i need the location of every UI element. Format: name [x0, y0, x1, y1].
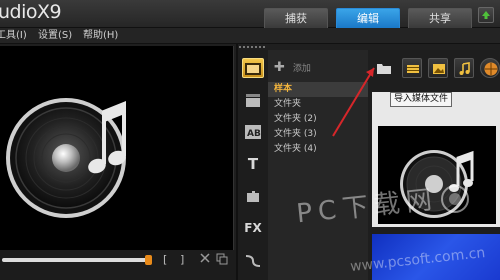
arrow-up-icon	[482, 11, 490, 19]
transition-button[interactable]: AB	[242, 122, 264, 142]
menu-settings[interactable]: 设置(S)	[38, 28, 72, 44]
split-clip-icon[interactable]	[200, 253, 210, 266]
scrubber-handle[interactable]	[145, 255, 152, 265]
plus-icon: ✚	[274, 60, 285, 75]
globe-icon	[484, 62, 498, 76]
mark-in-button[interactable]: [	[163, 253, 167, 266]
show-video-button[interactable]	[402, 58, 422, 78]
mark-out-button[interactable]: ]	[180, 253, 184, 266]
side-toolbar: AB T FX	[238, 50, 268, 280]
audio-speaker-icon	[378, 126, 496, 224]
media-toolbar	[368, 58, 500, 80]
watermark-logo-icon	[441, 185, 469, 213]
puzzle-icon	[247, 191, 259, 202]
media-library-button[interactable]	[242, 58, 264, 78]
timeline-bar[interactable]	[2, 258, 148, 262]
tab-edit[interactable]: 编辑	[336, 8, 400, 28]
copy-icon[interactable]	[216, 253, 228, 268]
preview-window[interactable]	[0, 46, 234, 250]
tab-capture[interactable]: 捕获	[264, 8, 328, 28]
svg-text:AB: AB	[247, 129, 261, 139]
browse-button[interactable]	[480, 58, 500, 78]
filter-button[interactable]: FX	[242, 218, 264, 238]
menu-tools[interactable]: 工具(I)	[0, 28, 27, 44]
playback-controls: [ ]	[0, 250, 236, 280]
app-title: udioX9	[0, 1, 62, 23]
photo-icon	[433, 64, 445, 74]
transition-ab-icon: AB	[245, 125, 261, 139]
graphic-button[interactable]	[242, 186, 264, 206]
menu-bar: 工具(I) 设置(S) 帮助(H)	[0, 28, 500, 44]
panel-grip-icon	[239, 46, 265, 48]
media-thumbnail-audio[interactable]	[372, 92, 500, 227]
show-photo-button[interactable]	[428, 58, 448, 78]
path-button[interactable]	[242, 250, 264, 270]
tab-share[interactable]: 共享	[408, 8, 472, 28]
instant-project-button[interactable]	[242, 90, 264, 110]
clapper-icon	[246, 94, 260, 107]
audio-speaker-icon	[6, 98, 126, 218]
menu-help[interactable]: 帮助(H)	[83, 28, 118, 44]
video-icon	[407, 65, 419, 73]
show-audio-button[interactable]	[454, 58, 474, 78]
folder-item[interactable]: 文件夹 (4)	[268, 142, 368, 157]
motion-path-icon	[245, 255, 261, 267]
upload-button[interactable]	[478, 7, 494, 23]
title-button[interactable]: T	[242, 154, 264, 174]
title-bar: udioX9 捕获 编辑 共享	[0, 0, 500, 28]
import-media-tooltip: 导入媒体文件	[390, 92, 452, 107]
annotation-arrow-icon	[332, 67, 375, 137]
add-label: 添加	[292, 64, 311, 74]
add-folder-row[interactable]: ✚ 添加	[274, 60, 311, 75]
film-icon	[245, 63, 261, 75]
music-note-icon	[459, 62, 470, 75]
